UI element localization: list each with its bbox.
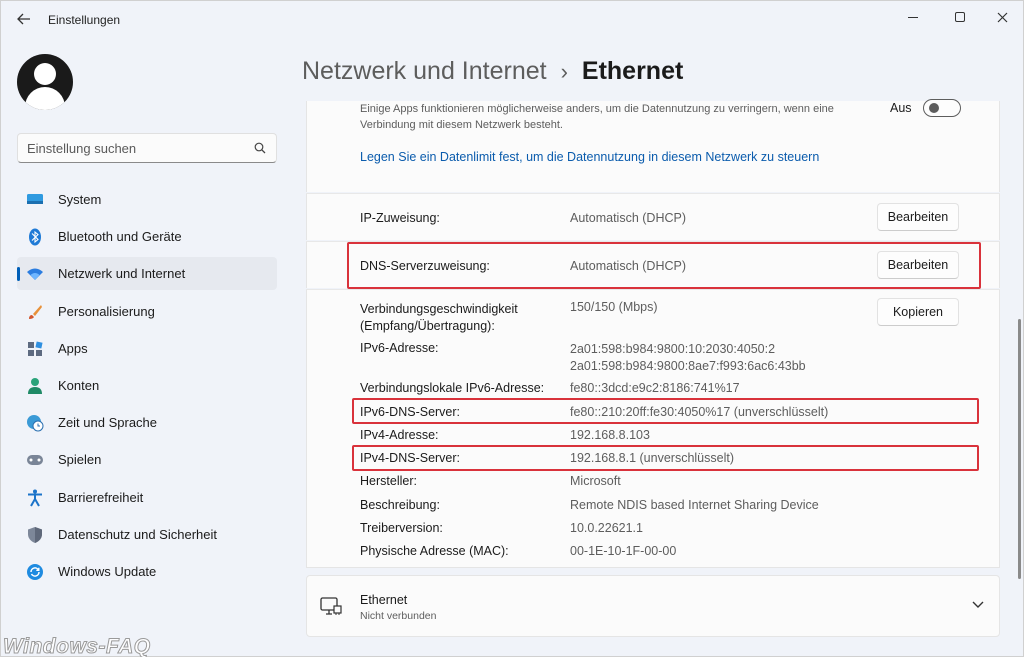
- highlight-box: [347, 242, 981, 289]
- prop-value-driver: 10.0.22621.1: [570, 521, 643, 535]
- maximize-button[interactable]: [937, 5, 983, 29]
- search-input[interactable]: Einstellung suchen: [27, 141, 136, 156]
- ethernet-monitor-icon: [320, 597, 342, 615]
- sidebar-item-label: Apps: [58, 340, 88, 356]
- avatar-body: [25, 87, 65, 110]
- sidebar-item-label: Zeit und Sprache: [58, 415, 158, 431]
- app-title: Einstellungen: [48, 13, 121, 27]
- prop-value-ipv4: 192.168.8.103: [570, 428, 650, 442]
- sidebar-item-label: Datenschutz und Sicherheit: [58, 526, 217, 542]
- sidebar-item-gaming[interactable]: Spielen: [17, 443, 277, 476]
- minimize-button[interactable]: [890, 5, 936, 29]
- prop-label-driver: Treiberversion:: [360, 521, 443, 535]
- sidebar-item-time-language[interactable]: Zeit und Sprache: [17, 406, 277, 439]
- sidebar-nav: System Bluetooth und Geräte Netzwerk und…: [17, 183, 277, 592]
- metered-toggle-label: Aus: [890, 101, 912, 115]
- toggle-knob: [929, 103, 939, 113]
- title-bar: Einstellungen: [1, 1, 1023, 37]
- close-icon: [997, 12, 1007, 22]
- chevron-down-icon[interactable]: [971, 599, 985, 611]
- wifi-icon: [26, 265, 44, 283]
- prop-label-speed: Verbindungsgeschwindigkeit (Empfang/Über…: [360, 302, 518, 333]
- sidebar-item-label: Spielen: [58, 452, 102, 468]
- shield-icon: [26, 526, 44, 544]
- sidebar-item-label: Netzwerk und Internet: [58, 266, 186, 282]
- sidebar-item-label: Personalisierung: [58, 303, 155, 319]
- settings-window: Einstellungen Einstellung suchen System …: [0, 0, 1024, 657]
- prop-value-manufacturer: Microsoft: [570, 474, 621, 488]
- sidebar-item-bluetooth[interactable]: Bluetooth und Geräte: [17, 220, 277, 253]
- sidebar-item-apps[interactable]: Apps: [17, 332, 277, 365]
- prop-label-ipv6: IPv6-Adresse:: [360, 341, 439, 355]
- minimize-icon: [908, 16, 918, 18]
- sidebar-item-privacy[interactable]: Datenschutz und Sicherheit: [17, 518, 277, 551]
- prop-label-manufacturer: Hersteller:: [360, 474, 417, 488]
- sidebar-item-system[interactable]: System: [17, 183, 277, 216]
- sidebar-item-label: System: [58, 192, 102, 207]
- watermark: Windows-FAQ: [3, 635, 151, 657]
- globe-clock-icon: [26, 414, 44, 432]
- arrow-left-icon: [17, 13, 30, 25]
- prop-label-mac: Physische Adresse (MAC):: [360, 544, 509, 558]
- ethernet-adapter-status: Nicht verbunden: [360, 610, 437, 622]
- avatar-head: [34, 63, 56, 85]
- sidebar-item-label: Windows Update: [58, 563, 157, 579]
- search-box[interactable]: Einstellung suchen: [17, 133, 277, 163]
- bluetooth-icon: [26, 228, 44, 246]
- prop-label-description: Beschreibung:: [360, 498, 440, 512]
- metered-toggle[interactable]: [923, 99, 961, 117]
- breadcrumb: Netzwerk und Internet › Ethernet: [302, 57, 683, 86]
- sidebar-item-label: Konten: [58, 377, 100, 393]
- gamepad-icon: [26, 451, 44, 469]
- ethernet-adapter-title: Ethernet: [360, 593, 408, 607]
- avatar[interactable]: [17, 54, 73, 110]
- data-limit-link[interactable]: Legen Sie ein Datenlimit fest, um die Da…: [360, 150, 819, 164]
- person-icon: [26, 377, 44, 395]
- sidebar-item-windows-update[interactable]: Windows Update: [17, 555, 277, 588]
- prop-value-ipv6: 2a01:598:b984:9800:10:2030:4050:2: [570, 342, 776, 356]
- prop-value-ipv6-2: 2a01:598:b984:9800:8ae7:f993:6ac6:43bb: [570, 359, 806, 373]
- highlight-box: [352, 398, 979, 424]
- monitor-icon: [26, 191, 44, 209]
- ip-edit-button[interactable]: Bearbeiten: [877, 203, 959, 231]
- sidebar-item-personalization[interactable]: Personalisierung: [17, 295, 277, 328]
- prop-value-mac: 00-1E-10-1F-00-00: [570, 544, 677, 558]
- breadcrumb-separator: ›: [560, 58, 568, 84]
- prop-label-link-local: Verbindungslokale IPv6-Adresse:: [360, 381, 545, 395]
- ip-assignment-value: Automatisch (DHCP): [570, 211, 686, 225]
- back-button[interactable]: [13, 9, 35, 29]
- ip-assignment-label: IP-Zuweisung:: [360, 211, 440, 225]
- apps-icon: [26, 340, 44, 358]
- prop-value-speed: 150/150 (Mbps): [570, 300, 658, 314]
- close-button[interactable]: [979, 5, 1024, 29]
- ethernet-adapter-card[interactable]: [306, 575, 1000, 637]
- sidebar-item-accessibility[interactable]: Barrierefreiheit: [17, 481, 277, 514]
- brush-icon: [26, 303, 44, 321]
- prop-value-link-local: fe80::3dcd:e9c2:8186:741%17: [570, 381, 740, 395]
- breadcrumb-parent[interactable]: Netzwerk und Internet: [302, 57, 547, 86]
- sidebar-item-network[interactable]: Netzwerk und Internet: [17, 257, 277, 291]
- scrollbar[interactable]: [1018, 319, 1021, 579]
- prop-value-description: Remote NDIS based Internet Sharing Devic…: [570, 498, 819, 512]
- page-title: Ethernet: [581, 57, 684, 85]
- metered-description: Einige Apps funktionieren möglicherweise…: [360, 103, 834, 131]
- prop-label-ipv4: IPv4-Adresse:: [360, 428, 439, 442]
- copy-button[interactable]: Kopieren: [877, 298, 959, 326]
- search-icon[interactable]: [254, 142, 266, 154]
- highlight-box: [352, 445, 979, 471]
- update-icon: [26, 563, 44, 581]
- sidebar-item-label: Barrierefreiheit: [58, 489, 144, 505]
- sidebar-item-label: Bluetooth und Geräte: [58, 229, 182, 245]
- sidebar-item-accounts[interactable]: Konten: [17, 369, 277, 402]
- accessibility-icon: [26, 489, 44, 507]
- maximize-icon: [955, 12, 965, 22]
